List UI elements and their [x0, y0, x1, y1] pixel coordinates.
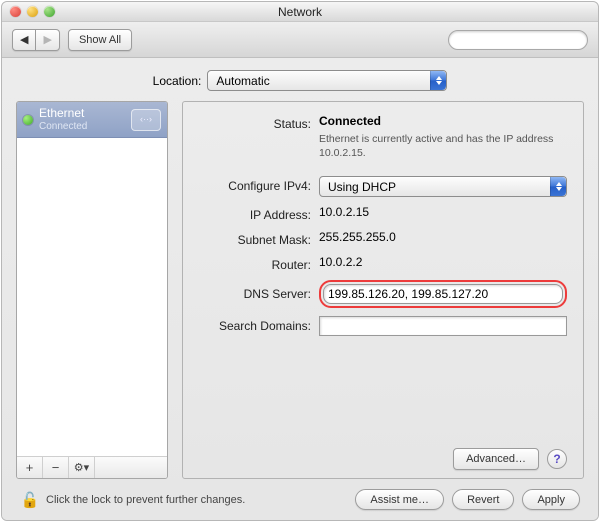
nav-segment: ◀ ▶ [12, 29, 60, 51]
assist-label: Assist me… [370, 494, 429, 506]
configure-row: Configure IPv4: Using DHCP [199, 176, 567, 197]
router-value: 10.0.2.2 [319, 255, 567, 269]
content: Location: Automatic Ethernet Connected [2, 58, 598, 520]
chevron-left-icon: ◀ [20, 33, 28, 46]
gear-icon: ⚙▾ [74, 461, 89, 474]
apply-button[interactable]: Apply [522, 489, 580, 510]
ip-row: IP Address: 10.0.2.15 [199, 205, 567, 222]
action-menu-button[interactable]: ⚙▾ [69, 457, 95, 478]
ip-value: 10.0.2.15 [319, 205, 567, 219]
configure-ipv4-popup[interactable]: Using DHCP [319, 176, 567, 197]
subnet-label: Subnet Mask: [199, 230, 319, 247]
sidebar-fill [17, 138, 167, 456]
minimize-window-button[interactable] [27, 6, 38, 17]
lock-text: Click the lock to prevent further change… [46, 494, 245, 506]
status-label: Status: [199, 114, 319, 131]
dns-row: DNS Server: [199, 280, 567, 308]
window-title: Network [2, 5, 598, 19]
status-row: Status: Connected Ethernet is currently … [199, 114, 567, 160]
lock-wrap: 🔓 Click the lock to prevent further chan… [20, 490, 347, 510]
dns-label: DNS Server: [199, 287, 319, 301]
zoom-window-button[interactable] [44, 6, 55, 17]
advanced-row: Advanced… ? [199, 440, 567, 470]
remove-service-button[interactable]: − [43, 457, 69, 478]
plus-icon: + [26, 460, 34, 475]
configure-label: Configure IPv4: [199, 176, 319, 193]
advanced-button[interactable]: Advanced… [453, 448, 539, 470]
location-popup[interactable]: Automatic [207, 70, 447, 91]
close-window-button[interactable] [10, 6, 21, 17]
location-label: Location: [153, 74, 202, 88]
dns-highlight [319, 280, 567, 308]
revert-button[interactable]: Revert [452, 489, 514, 510]
assist-me-button[interactable]: Assist me… [355, 489, 444, 510]
add-service-button[interactable]: + [17, 457, 43, 478]
router-row: Router: 10.0.2.2 [199, 255, 567, 272]
window: Network ◀ ▶ Show All Location: Automatic [1, 1, 599, 521]
service-ethernet[interactable]: Ethernet Connected [17, 102, 167, 138]
help-icon: ? [553, 452, 560, 466]
service-status: Connected [39, 121, 125, 133]
advanced-label: Advanced… [466, 453, 526, 465]
back-button[interactable]: ◀ [12, 29, 36, 51]
status-dot-connected-icon [23, 115, 33, 125]
apply-label: Apply [537, 494, 565, 506]
toolbar: ◀ ▶ Show All [2, 22, 598, 58]
forward-button[interactable]: ▶ [36, 29, 59, 51]
search-domains-input[interactable] [319, 316, 567, 336]
status-value: Connected [319, 114, 381, 128]
show-all-label: Show All [79, 34, 121, 46]
search-domains-label: Search Domains: [199, 319, 319, 333]
bottom-bar: 🔓 Click the lock to prevent further chan… [16, 479, 584, 510]
detail-pane: Status: Connected Ethernet is currently … [182, 101, 584, 479]
status-description: Ethernet is currently active and has the… [319, 132, 567, 160]
chevron-right-icon: ▶ [43, 33, 51, 46]
traffic-lights [10, 6, 55, 17]
revert-label: Revert [467, 494, 499, 506]
search-domains-row: Search Domains: [199, 316, 567, 336]
popup-arrows-icon [550, 177, 566, 196]
sidebar-footer: + − ⚙▾ [17, 456, 167, 478]
ip-label: IP Address: [199, 205, 319, 222]
router-label: Router: [199, 255, 319, 272]
subnet-value: 255.255.255.0 [319, 230, 567, 244]
titlebar: Network [2, 2, 598, 22]
service-text: Ethernet Connected [39, 107, 125, 132]
popup-arrows-icon [430, 71, 446, 90]
search-input[interactable] [459, 33, 599, 47]
dns-server-input[interactable] [323, 284, 563, 304]
service-name: Ethernet [39, 107, 125, 121]
help-button[interactable]: ? [547, 449, 567, 469]
status-value-wrap: Connected Ethernet is currently active a… [319, 114, 567, 160]
main-row: Ethernet Connected + − ⚙▾ Status: Connec… [16, 101, 584, 479]
ethernet-icon [131, 109, 161, 131]
configure-value: Using DHCP [328, 180, 396, 194]
minus-icon: − [52, 460, 60, 475]
services-sidebar: Ethernet Connected + − ⚙▾ [16, 101, 168, 479]
location-value: Automatic [216, 74, 269, 88]
lock-icon[interactable]: 🔓 [20, 490, 40, 510]
location-row: Location: Automatic [16, 70, 584, 91]
search-field-wrap[interactable] [448, 30, 588, 50]
subnet-row: Subnet Mask: 255.255.255.0 [199, 230, 567, 247]
show-all-button[interactable]: Show All [68, 29, 132, 51]
